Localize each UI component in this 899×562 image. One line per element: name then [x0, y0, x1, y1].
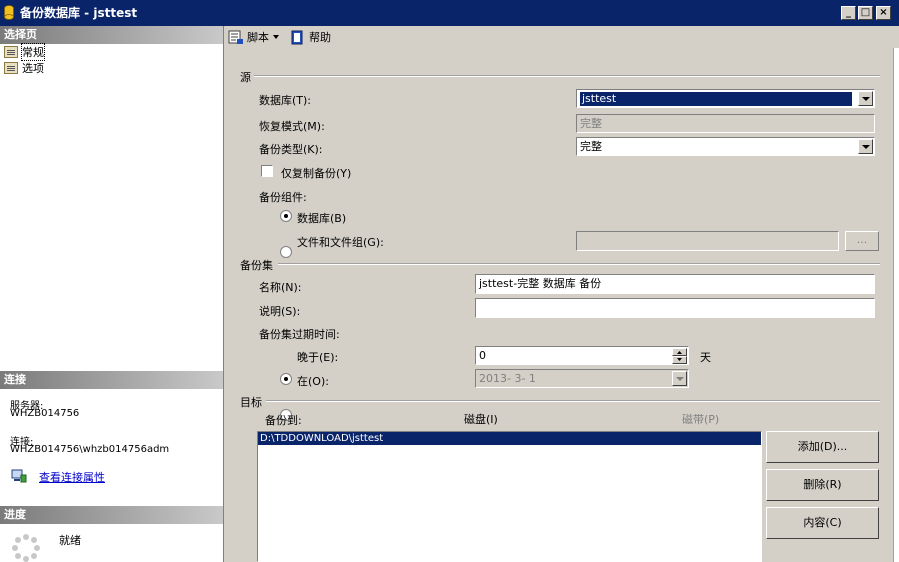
- page-item-label: 选项: [22, 62, 44, 75]
- backup-to-label: 备份到:: [265, 414, 302, 427]
- add-button[interactable]: 添加(D)...: [766, 431, 879, 463]
- vertical-scrollbar[interactable]: [893, 48, 899, 562]
- backup-component-label: 备份组件:: [259, 191, 307, 204]
- connection-header: 连接: [0, 371, 223, 389]
- page-icon: [4, 62, 18, 74]
- page-item-label: 常规: [21, 43, 45, 61]
- close-icon: ×: [879, 7, 888, 18]
- progress-header: 进度: [0, 506, 223, 524]
- expire-on-label: 在(O):: [297, 375, 329, 388]
- spin-buttons[interactable]: [672, 348, 687, 364]
- recovery-model-field: 完整: [576, 114, 875, 133]
- description-input[interactable]: [475, 298, 875, 318]
- view-connection-properties-link[interactable]: 查看连接属性: [39, 469, 105, 485]
- spin-up-icon[interactable]: [672, 348, 687, 356]
- expire-date-value: 2013- 3- 1: [479, 372, 536, 385]
- close-button[interactable]: ×: [876, 6, 891, 20]
- page-item-general[interactable]: 常规: [4, 43, 45, 61]
- left-pane: [0, 26, 224, 562]
- remove-button[interactable]: 删除(R): [766, 469, 879, 501]
- recovery-model-label: 恢复模式(M):: [259, 120, 325, 133]
- backup-type-select[interactable]: 完整: [576, 137, 875, 156]
- browse-files-button: ...: [845, 231, 879, 251]
- destination-list[interactable]: D:\TDDOWNLOAD\jsttest: [257, 431, 762, 562]
- backup-set-group-label: 备份集: [240, 259, 273, 272]
- page-icon: [4, 46, 18, 58]
- maximize-button[interactable]: □: [858, 6, 873, 20]
- expire-days-value: 0: [479, 349, 486, 362]
- chevron-down-icon[interactable]: [858, 91, 873, 106]
- expire-label: 备份集过期时间:: [259, 328, 340, 341]
- window-title: 备份数据库 - jsttest: [20, 6, 138, 20]
- progress-spinner-icon: [12, 534, 40, 562]
- days-unit: 天: [700, 351, 711, 364]
- help-button[interactable]: 帮助: [290, 29, 331, 45]
- database-label: 数据库(T):: [259, 94, 312, 107]
- disk-label: 磁盘(I): [464, 413, 498, 426]
- backup-type-value: 完整: [580, 140, 602, 153]
- source-divider: [254, 75, 880, 77]
- tape-label: 磁带(P): [682, 413, 720, 426]
- backup-name-input[interactable]: jsttest-完整 数据库 备份: [475, 274, 875, 294]
- progress-status: 就绪: [59, 534, 81, 547]
- page-item-options[interactable]: 选项: [4, 61, 44, 75]
- minimize-button[interactable]: _: [841, 6, 856, 20]
- server-value: WHZB014756: [10, 408, 80, 419]
- description-label: 说明(S):: [259, 305, 301, 318]
- contents-button[interactable]: 内容(C): [766, 507, 879, 539]
- database-select[interactable]: jsttest: [576, 89, 875, 108]
- expire-date-picker: 2013- 3- 1: [475, 369, 689, 388]
- spin-down-icon[interactable]: [672, 356, 687, 364]
- component-files-radio[interactable]: [280, 246, 292, 258]
- destination-divider: [266, 400, 880, 402]
- backup-type-label: 备份类型(K):: [259, 143, 323, 156]
- component-database-label: 数据库(B): [297, 212, 347, 225]
- destination-group-label: 目标: [240, 396, 262, 409]
- chevron-down-icon[interactable]: [858, 139, 873, 154]
- database-value: jsttest: [580, 92, 852, 106]
- script-label: 脚本: [247, 31, 269, 44]
- component-database-radio[interactable]: [280, 210, 292, 222]
- connection-value: WHZB014756\whzb014756adm: [10, 444, 170, 455]
- script-button[interactable]: 脚本: [228, 29, 280, 45]
- script-icon: [228, 30, 243, 44]
- files-field: [576, 231, 839, 251]
- chevron-down-icon: [273, 35, 279, 39]
- list-item[interactable]: D:\TDDOWNLOAD\jsttest: [258, 432, 761, 445]
- copy-only-label: 仅复制备份(Y): [281, 167, 352, 180]
- help-label: 帮助: [309, 31, 331, 44]
- database-icon: [4, 5, 14, 20]
- select-page-header: 选择页: [0, 26, 223, 44]
- expire-days-stepper[interactable]: 0: [475, 346, 689, 365]
- connection-properties-icon: [11, 469, 27, 483]
- source-group-label: 源: [240, 71, 251, 84]
- chevron-down-icon: [672, 371, 687, 386]
- expire-after-radio[interactable]: [280, 373, 292, 385]
- component-files-label: 文件和文件组(G):: [297, 236, 384, 249]
- copy-only-checkbox[interactable]: [261, 165, 273, 177]
- expire-after-label: 晚于(E):: [297, 351, 339, 364]
- minimize-icon: _: [846, 7, 851, 18]
- backup-set-divider: [278, 263, 880, 265]
- help-icon: [291, 30, 303, 44]
- name-label: 名称(N):: [259, 281, 302, 294]
- maximize-icon: □: [860, 7, 871, 18]
